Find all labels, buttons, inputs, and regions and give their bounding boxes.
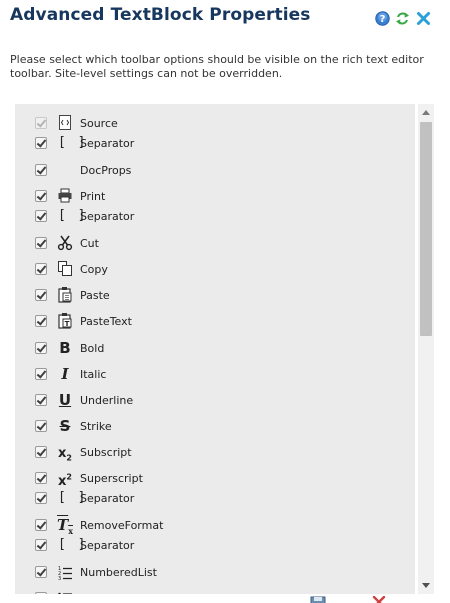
option-row-bulletedlist[interactable]: BulletedList: [15, 589, 415, 594]
option-checkbox-separator[interactable]: [35, 539, 47, 551]
option-label: Paste: [80, 289, 110, 302]
paste-icon: [58, 287, 72, 303]
scroll-thumb[interactable]: [420, 122, 432, 336]
bulleted-list-icon: [58, 592, 72, 594]
bold-icon: B: [59, 339, 71, 357]
scroll-down-arrow[interactable]: [422, 583, 430, 588]
toolbar-options-list: Source [ ] Separator DocProps Print [ ] Separa…: [15, 104, 415, 594]
svg-text:?: ?: [380, 14, 386, 25]
superscript-icon: x2: [58, 473, 72, 490]
option-label: Superscript: [80, 472, 143, 485]
help-icon[interactable]: ?: [375, 11, 390, 26]
option-checkbox-cut[interactable]: [35, 237, 47, 249]
option-checkbox-separator[interactable]: [35, 492, 47, 504]
option-label: Separator: [80, 210, 135, 223]
option-checkbox-copy[interactable]: [35, 263, 47, 275]
option-row-separator[interactable]: [ ] Separator: [15, 536, 415, 554]
option-row-cut[interactable]: Cut: [15, 234, 415, 252]
option-label: Italic: [80, 368, 107, 381]
option-label: BulletedList: [80, 592, 145, 594]
copy-icon: [58, 261, 72, 276]
option-row-paste[interactable]: Paste: [15, 286, 415, 304]
option-row-source[interactable]: Source: [15, 114, 415, 132]
option-checkbox-print[interactable]: [35, 190, 47, 202]
option-row-subscript[interactable]: x2 Subscript: [15, 443, 415, 463]
option-row-separator[interactable]: [ ] Separator: [15, 207, 415, 225]
option-row-removeformat[interactable]: Tx RemoveFormat: [15, 516, 415, 536]
option-label: Bold: [80, 342, 105, 355]
option-label: Print: [80, 190, 106, 203]
print-icon: [58, 188, 72, 203]
svg-text:T: T: [65, 320, 70, 328]
remove-format-icon: Tx: [57, 516, 73, 536]
option-checkbox-separator[interactable]: [35, 210, 47, 222]
option-label: DocProps: [80, 164, 132, 177]
option-checkbox-bold[interactable]: [35, 342, 47, 354]
option-checkbox-paste[interactable]: [35, 289, 47, 301]
option-checkbox-pastetext[interactable]: [35, 315, 47, 327]
paste-text-icon: T: [58, 313, 72, 329]
dialog-title: Advanced TextBlock Properties: [10, 5, 311, 25]
option-label: Separator: [80, 137, 135, 150]
option-label: Strike: [80, 420, 112, 433]
option-checkbox-strike[interactable]: [35, 420, 47, 432]
strike-icon: S: [59, 417, 71, 435]
option-checkbox-bulletedlist[interactable]: [35, 592, 47, 594]
option-row-superscript[interactable]: x2 Superscript: [15, 469, 415, 490]
option-row-separator[interactable]: [ ] Separator: [15, 489, 415, 507]
option-row-italic[interactable]: I Italic: [15, 365, 415, 383]
option-checkbox-subscript[interactable]: [35, 446, 47, 458]
option-row-docprops[interactable]: DocProps: [15, 161, 415, 179]
option-row-bold[interactable]: B Bold: [15, 339, 415, 357]
option-checkbox-separator[interactable]: [35, 137, 47, 149]
option-label: Cut: [80, 237, 99, 250]
option-checkbox-superscript[interactable]: [35, 472, 47, 484]
svg-text:3: 3: [58, 576, 61, 581]
option-checkbox-underline[interactable]: [35, 394, 47, 406]
option-label: Separator: [80, 539, 135, 552]
option-row-print[interactable]: Print: [15, 187, 415, 205]
underline-icon: U: [58, 391, 72, 409]
option-label: Underline: [80, 394, 134, 407]
option-row-underline[interactable]: U Underline: [15, 391, 415, 409]
option-row-pastetext[interactable]: T PasteText: [15, 312, 415, 330]
cut-icon: [57, 235, 73, 251]
refresh-icon[interactable]: [395, 11, 410, 26]
option-checkbox-docprops[interactable]: [35, 164, 47, 176]
option-label: Source: [80, 117, 118, 130]
save-icon[interactable]: [310, 596, 326, 603]
numbered-list-icon: 123: [58, 566, 72, 581]
source-icon: [59, 115, 71, 130]
option-label: Copy: [80, 263, 108, 276]
subscript-icon: x2: [58, 446, 72, 463]
option-row-separator[interactable]: [ ] Separator: [15, 134, 415, 152]
option-row-copy[interactable]: Copy: [15, 260, 415, 278]
scrollbar[interactable]: [418, 104, 434, 594]
option-checkbox-numberedlist[interactable]: [35, 566, 47, 578]
close-icon[interactable]: [416, 11, 431, 26]
option-label: Separator: [80, 492, 135, 505]
option-row-strike[interactable]: S Strike: [15, 417, 415, 435]
intro-text: Please select which toolbar options shou…: [10, 53, 424, 80]
option-label: Subscript: [80, 446, 132, 459]
option-row-numberedlist[interactable]: 1 2 3 NumberedList: [15, 563, 415, 581]
cancel-icon[interactable]: [372, 596, 386, 603]
option-checkbox-removeformat[interactable]: [35, 519, 47, 531]
italic-icon: I: [61, 365, 69, 383]
option-label: RemoveFormat: [80, 519, 164, 532]
option-label: NumberedList: [80, 566, 157, 579]
scroll-up-arrow[interactable]: [422, 110, 430, 115]
option-label: PasteText: [80, 315, 132, 328]
option-checkbox-source: [35, 117, 47, 129]
option-checkbox-italic[interactable]: [35, 368, 47, 380]
